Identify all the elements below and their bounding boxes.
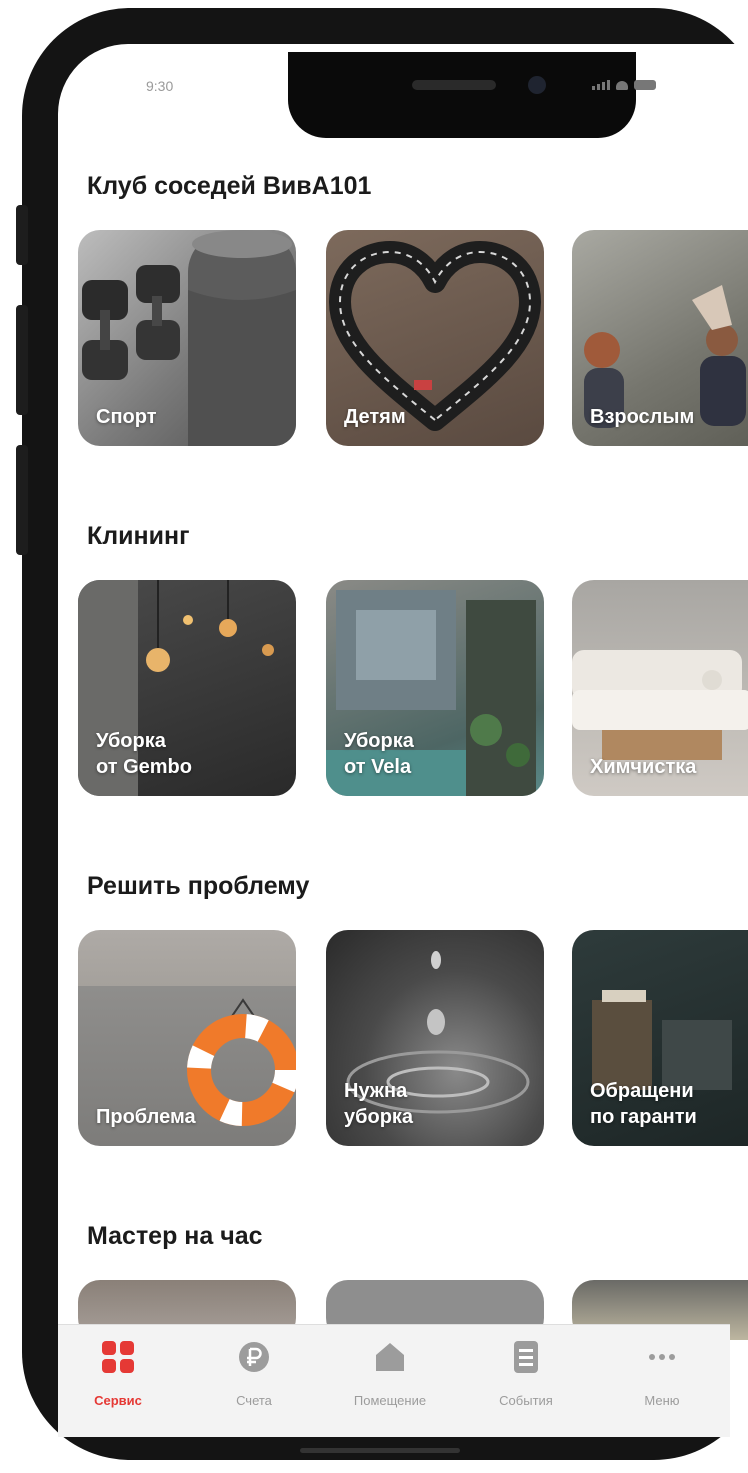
- tab-premises[interactable]: Помещение: [330, 1325, 450, 1437]
- signal-icon: [592, 80, 610, 90]
- document-list-icon: [514, 1341, 538, 1373]
- tab-label: Сервис: [94, 1393, 142, 1408]
- tab-label: События: [499, 1393, 553, 1408]
- card-problem[interactable]: Проблема: [78, 930, 296, 1146]
- services-grid-icon: [102, 1341, 134, 1373]
- card-label: Нужна уборка: [344, 1080, 414, 1128]
- tab-services[interactable]: Сервис: [58, 1325, 178, 1437]
- card-label: Уборка от Vela: [344, 730, 414, 778]
- section-title-solve-problem: Решить проблему: [87, 872, 310, 900]
- front-camera: [528, 76, 546, 94]
- card-cleaning-vela[interactable]: Уборка от Vela: [326, 580, 544, 796]
- card-warranty[interactable]: Обращени по гаранти: [572, 930, 748, 1146]
- card-kids[interactable]: Детям: [326, 230, 544, 446]
- section-title-neighbors-club: Клуб соседей ВивА101: [87, 172, 372, 200]
- card-label: Уборка от Gembo: [96, 730, 192, 778]
- home-indicator: [300, 1448, 460, 1453]
- tab-label: Меню: [644, 1393, 680, 1408]
- ruble-coin-icon: [239, 1342, 269, 1372]
- card-cleaning-gembo[interactable]: Уборка от Gembo: [78, 580, 296, 796]
- tab-events[interactable]: События: [466, 1325, 586, 1437]
- card-label: Взрослым: [590, 406, 695, 428]
- volume-up-button: [16, 305, 28, 415]
- tab-label: Счета: [236, 1393, 272, 1408]
- card-dry-cleaning[interactable]: Химчистка: [572, 580, 748, 796]
- status-icons: [592, 80, 656, 90]
- card-label: Проблема: [96, 1106, 196, 1128]
- volume-down-button: [16, 445, 28, 555]
- house-icon: [376, 1343, 404, 1371]
- section-title-handyman: Мастер на час: [87, 1222, 263, 1250]
- card-label: Спорт: [96, 406, 157, 428]
- bottom-tab-bar: Сервис Счета Помещение События Меню: [58, 1324, 730, 1437]
- card-label: Обращени по гаранти: [590, 1080, 697, 1128]
- notch: [288, 52, 636, 138]
- card-need-cleaning[interactable]: Нужна уборка: [326, 930, 544, 1146]
- tab-menu[interactable]: Меню: [602, 1325, 722, 1437]
- card-label: Химчистка: [590, 756, 697, 778]
- tab-accounts[interactable]: Счета: [194, 1325, 314, 1437]
- wifi-icon: [616, 81, 628, 90]
- card-adults[interactable]: Взрослым: [572, 230, 748, 446]
- more-dots-icon: [649, 1354, 675, 1360]
- speaker-grille: [412, 80, 496, 90]
- status-time: 9:30: [146, 78, 174, 94]
- card-sport[interactable]: Спорт: [78, 230, 296, 446]
- tab-label: Помещение: [353, 1393, 427, 1408]
- card-label: Детям: [344, 406, 406, 428]
- mute-switch: [16, 205, 28, 265]
- battery-icon: [634, 80, 656, 90]
- section-title-cleaning: Клининг: [87, 522, 190, 550]
